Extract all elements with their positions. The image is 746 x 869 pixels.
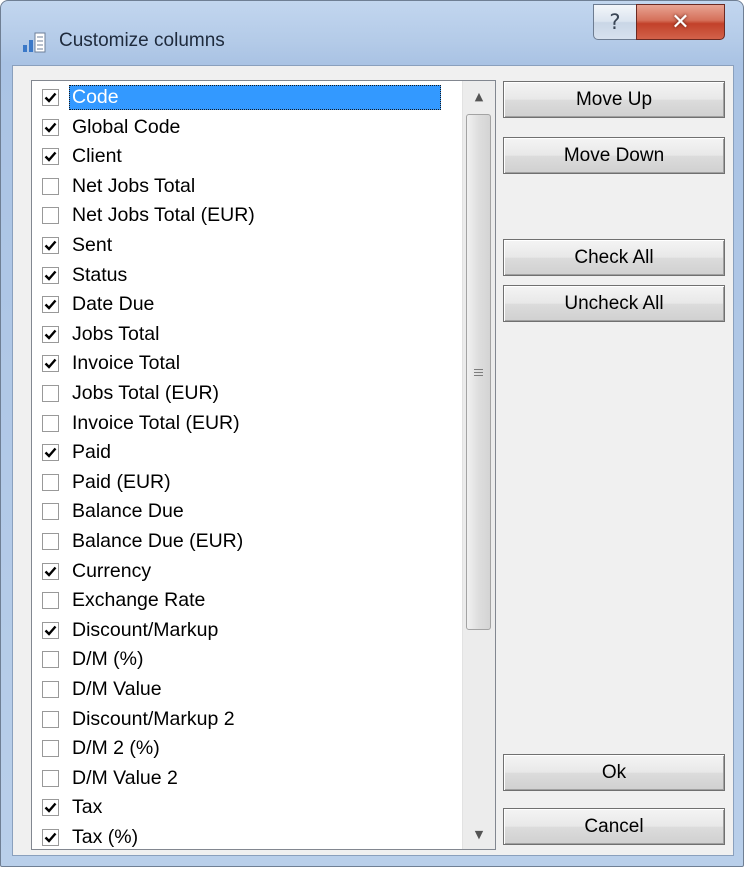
checkbox-unchecked[interactable] xyxy=(42,385,59,402)
column-label: Net Jobs Total xyxy=(72,174,196,197)
column-list-item[interactable]: Discount/Markup 2 xyxy=(32,705,462,734)
column-list-item[interactable]: D/M (%) xyxy=(32,645,462,674)
column-label: Sent xyxy=(72,234,113,256)
column-label: D/M 2 (%) xyxy=(72,737,160,760)
column-label: D/M Value xyxy=(72,678,162,700)
checkbox-checked[interactable] xyxy=(42,325,59,343)
checkbox-unchecked[interactable] xyxy=(42,681,59,698)
checkbox-checked[interactable] xyxy=(42,444,59,462)
column-list-item[interactable]: Invoice Total (EUR) xyxy=(32,409,462,438)
column-label: Date Due xyxy=(72,293,155,316)
close-button[interactable]: ✕ xyxy=(636,4,725,40)
checkbox-checked[interactable] xyxy=(42,562,59,580)
checkbox-unchecked[interactable] xyxy=(42,651,59,669)
column-list-item[interactable]: D/M 2 (%) xyxy=(32,734,462,763)
column-label: Tax (%) xyxy=(72,826,139,848)
checkbox-unchecked[interactable] xyxy=(42,710,59,728)
column-label: Paid (EUR) xyxy=(72,470,171,493)
scroll-grip-icon xyxy=(474,367,483,378)
column-label: Discount/Markup xyxy=(72,618,219,641)
column-list-item[interactable]: Balance Due (EUR) xyxy=(32,527,462,556)
column-list-item[interactable]: Sent xyxy=(32,231,462,260)
column-list-item[interactable]: Invoice Total xyxy=(32,349,462,378)
column-label: Paid xyxy=(72,441,112,464)
column-list-item[interactable]: Paid xyxy=(32,438,462,467)
columns-checklist[interactable]: Code Global Code Client Net Jobs Total Net J… xyxy=(31,80,496,850)
checkbox-checked[interactable] xyxy=(42,237,59,254)
column-label: Net Jobs Total (EUR) xyxy=(72,204,255,227)
column-label: Client xyxy=(72,145,122,168)
column-list-item[interactable]: Date Due xyxy=(32,290,462,319)
column-list-item[interactable]: Jobs Total (EUR) xyxy=(32,379,462,408)
column-list-item[interactable]: Tax xyxy=(32,793,462,822)
move-down-button[interactable]: Move Down xyxy=(503,137,725,174)
checkbox-checked[interactable] xyxy=(42,296,59,314)
column-list-item[interactable]: Tax (%) xyxy=(32,823,462,849)
scroll-thumb[interactable] xyxy=(466,114,491,630)
column-label: Currency xyxy=(72,559,152,582)
column-list-item[interactable]: Balance Due xyxy=(32,497,462,526)
uncheck-all-button[interactable]: Uncheck All xyxy=(503,285,725,322)
column-list-item[interactable]: D/M Value xyxy=(32,675,462,704)
column-label: D/M (%) xyxy=(72,648,144,671)
checkbox-unchecked[interactable] xyxy=(42,414,59,432)
column-label: Exchange Rate xyxy=(72,589,206,612)
column-label: D/M Value 2 xyxy=(72,766,178,789)
checkbox-checked[interactable] xyxy=(42,148,59,166)
scroll-down-arrow-icon[interactable]: ▼ xyxy=(463,819,495,849)
column-label: Jobs Total (EUR) xyxy=(72,382,220,404)
column-list-item[interactable]: Currency xyxy=(32,557,462,586)
checkbox-checked[interactable] xyxy=(42,799,59,817)
column-list-item[interactable]: Discount/Markup xyxy=(32,616,462,645)
checkbox-unchecked[interactable] xyxy=(42,503,59,521)
checkbox-unchecked[interactable] xyxy=(42,740,59,758)
column-label: Tax xyxy=(72,796,103,819)
cancel-button[interactable]: Cancel xyxy=(503,808,725,845)
checkbox-unchecked[interactable] xyxy=(42,769,59,787)
column-label: Invoice Total xyxy=(72,352,181,375)
column-label: Code xyxy=(69,85,441,110)
checkbox-unchecked[interactable] xyxy=(42,533,59,550)
dialog-body: Code Global Code Client Net Jobs Total Net J… xyxy=(12,65,734,856)
checkbox-checked[interactable] xyxy=(42,266,59,284)
help-button[interactable]: ? xyxy=(593,4,637,40)
column-list-item[interactable]: Global Code xyxy=(32,113,462,142)
column-list-item[interactable]: Status xyxy=(32,261,462,290)
checkbox-unchecked[interactable] xyxy=(42,592,59,610)
column-list-item[interactable]: Exchange Rate xyxy=(32,586,462,615)
column-label: Balance Due xyxy=(72,500,184,523)
checkbox-checked[interactable] xyxy=(42,89,59,106)
checkbox-unchecked[interactable] xyxy=(42,473,59,491)
checkbox-unchecked[interactable] xyxy=(42,207,59,225)
column-list-item[interactable]: Net Jobs Total (EUR) xyxy=(32,201,462,230)
column-list-item[interactable]: Client xyxy=(32,142,462,171)
column-list-item[interactable]: D/M Value 2 xyxy=(32,764,462,793)
column-label: Invoice Total (EUR) xyxy=(72,411,240,434)
vertical-scrollbar[interactable]: ▲ ▼ xyxy=(462,81,495,849)
checkbox-checked[interactable] xyxy=(42,118,59,136)
column-label: Status xyxy=(72,263,128,286)
columns-icon xyxy=(21,29,47,55)
checkbox-unchecked[interactable] xyxy=(42,177,59,195)
checkbox-checked[interactable] xyxy=(42,829,59,846)
column-label: Discount/Markup 2 xyxy=(72,707,235,730)
close-icon: ✕ xyxy=(671,9,690,35)
scroll-up-arrow-icon[interactable]: ▲ xyxy=(463,81,495,111)
column-list-item[interactable]: Code xyxy=(32,83,462,112)
ok-button[interactable]: Ok xyxy=(503,754,725,791)
column-label: Global Code xyxy=(72,115,181,138)
column-list-item[interactable]: Jobs Total xyxy=(32,320,462,349)
column-list-item[interactable]: Net Jobs Total xyxy=(32,172,462,201)
column-list-item[interactable]: Paid (EUR) xyxy=(32,468,462,497)
dialog-title: Customize columns xyxy=(59,30,225,51)
checkbox-checked[interactable] xyxy=(42,621,59,639)
move-up-button[interactable]: Move Up xyxy=(503,81,725,118)
column-label: Balance Due (EUR) xyxy=(72,530,244,552)
checkbox-checked[interactable] xyxy=(42,355,59,373)
check-all-button[interactable]: Check All xyxy=(503,239,725,276)
customize-columns-dialog: Customize columns ? ✕ Code Global Code Cli… xyxy=(0,0,744,867)
column-label: Jobs Total xyxy=(72,322,160,345)
help-icon: ? xyxy=(609,10,621,34)
